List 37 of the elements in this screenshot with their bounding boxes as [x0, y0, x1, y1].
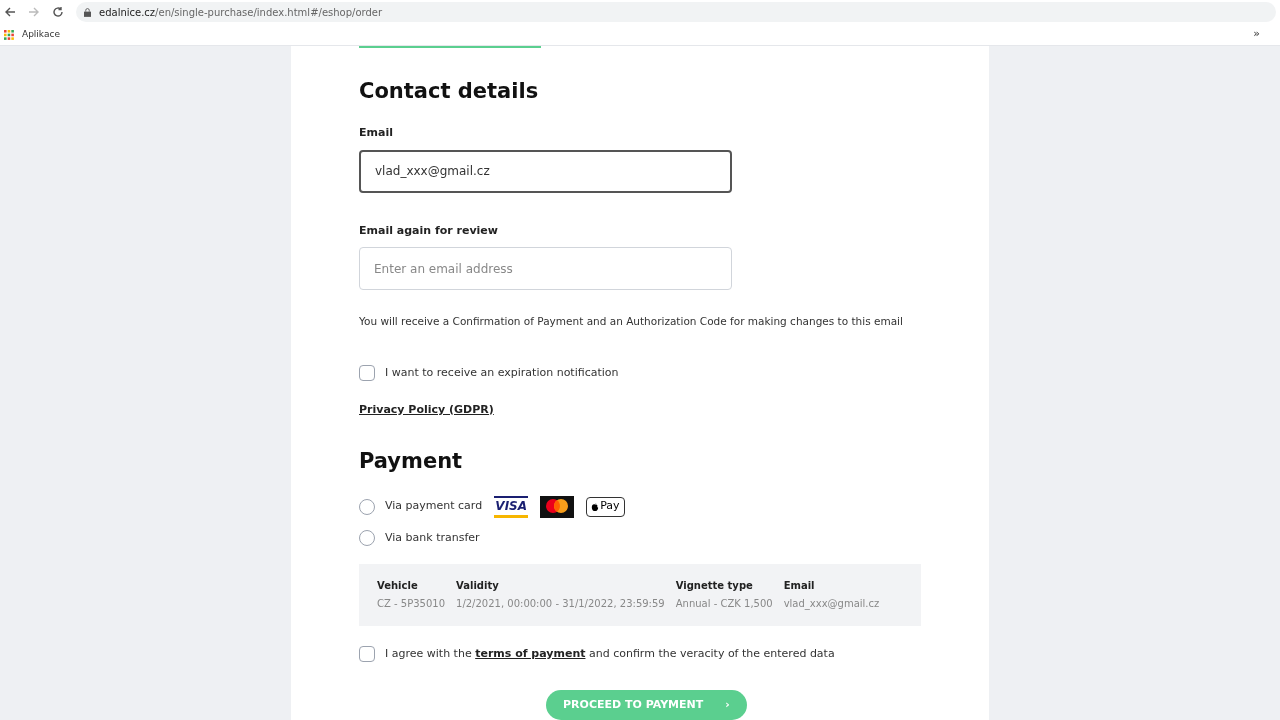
agree-text: I agree with the terms of payment and confirm the veracity of the entered data: [385, 645, 835, 662]
radio-button[interactable]: [359, 498, 375, 515]
summary-value: Annual - CZK 1,500: [675, 597, 773, 612]
apple-pay-logo: Pay: [586, 496, 625, 517]
address-bar[interactable]: edalnice.cz/en/single-purchase/index.html#/eshop/order: [76, 2, 1276, 22]
radio-label: Via payment card: [385, 498, 483, 515]
bookmark-item[interactable]: Aplikace: [22, 27, 60, 42]
summary-heading: Email: [783, 579, 816, 594]
privacy-policy-link[interactable]: Privacy Policy (GDPR): [359, 401, 494, 418]
bookmarks-overflow[interactable]: »: [1253, 26, 1260, 43]
apps-grid-icon[interactable]: [4, 29, 14, 40]
email-field[interactable]: vlad_xxx@gmail.cz: [359, 149, 732, 193]
reload-icon[interactable]: [52, 6, 64, 18]
summary-heading: Validity: [456, 579, 500, 594]
field-label: Email: [359, 125, 394, 142]
summary-value: vlad_xxx@gmail.cz: [783, 597, 880, 612]
visa-logo: VISA: [494, 495, 529, 518]
section-title: Contact details: [359, 77, 540, 105]
summary-heading: Vignette type: [675, 579, 754, 594]
checkbox[interactable]: [359, 645, 375, 662]
terms-link[interactable]: terms of payment: [475, 646, 586, 660]
mastercard-logo: [540, 495, 575, 518]
radio-button[interactable]: [359, 529, 375, 546]
forward-icon[interactable]: [28, 6, 40, 18]
email-note: You will receive a Confirmation of Payment and an Authorization Code for making changes to this email: [359, 314, 903, 330]
email-field[interactable]: Enter an email address: [359, 247, 732, 291]
summary-heading: Vehicle: [377, 579, 419, 594]
checkbox[interactable]: [359, 365, 375, 382]
summary-value: 1/2/2021, 00:00:00 - 31/1/2022, 23:59:59: [456, 597, 665, 612]
url-text: edalnice.cz/en/single-purchase/index.html#/eshop/order: [99, 5, 383, 20]
back-icon[interactable]: [4, 6, 16, 18]
checkbox-label: I want to receive an expiration notification: [385, 365, 619, 381]
summary-value: CZ - 5P35010: [377, 597, 445, 612]
field-label: Email again for review: [359, 222, 499, 239]
lock-icon: [84, 7, 91, 17]
radio-label: Via bank transfer: [385, 529, 480, 546]
section-title: Payment: [359, 448, 464, 475]
